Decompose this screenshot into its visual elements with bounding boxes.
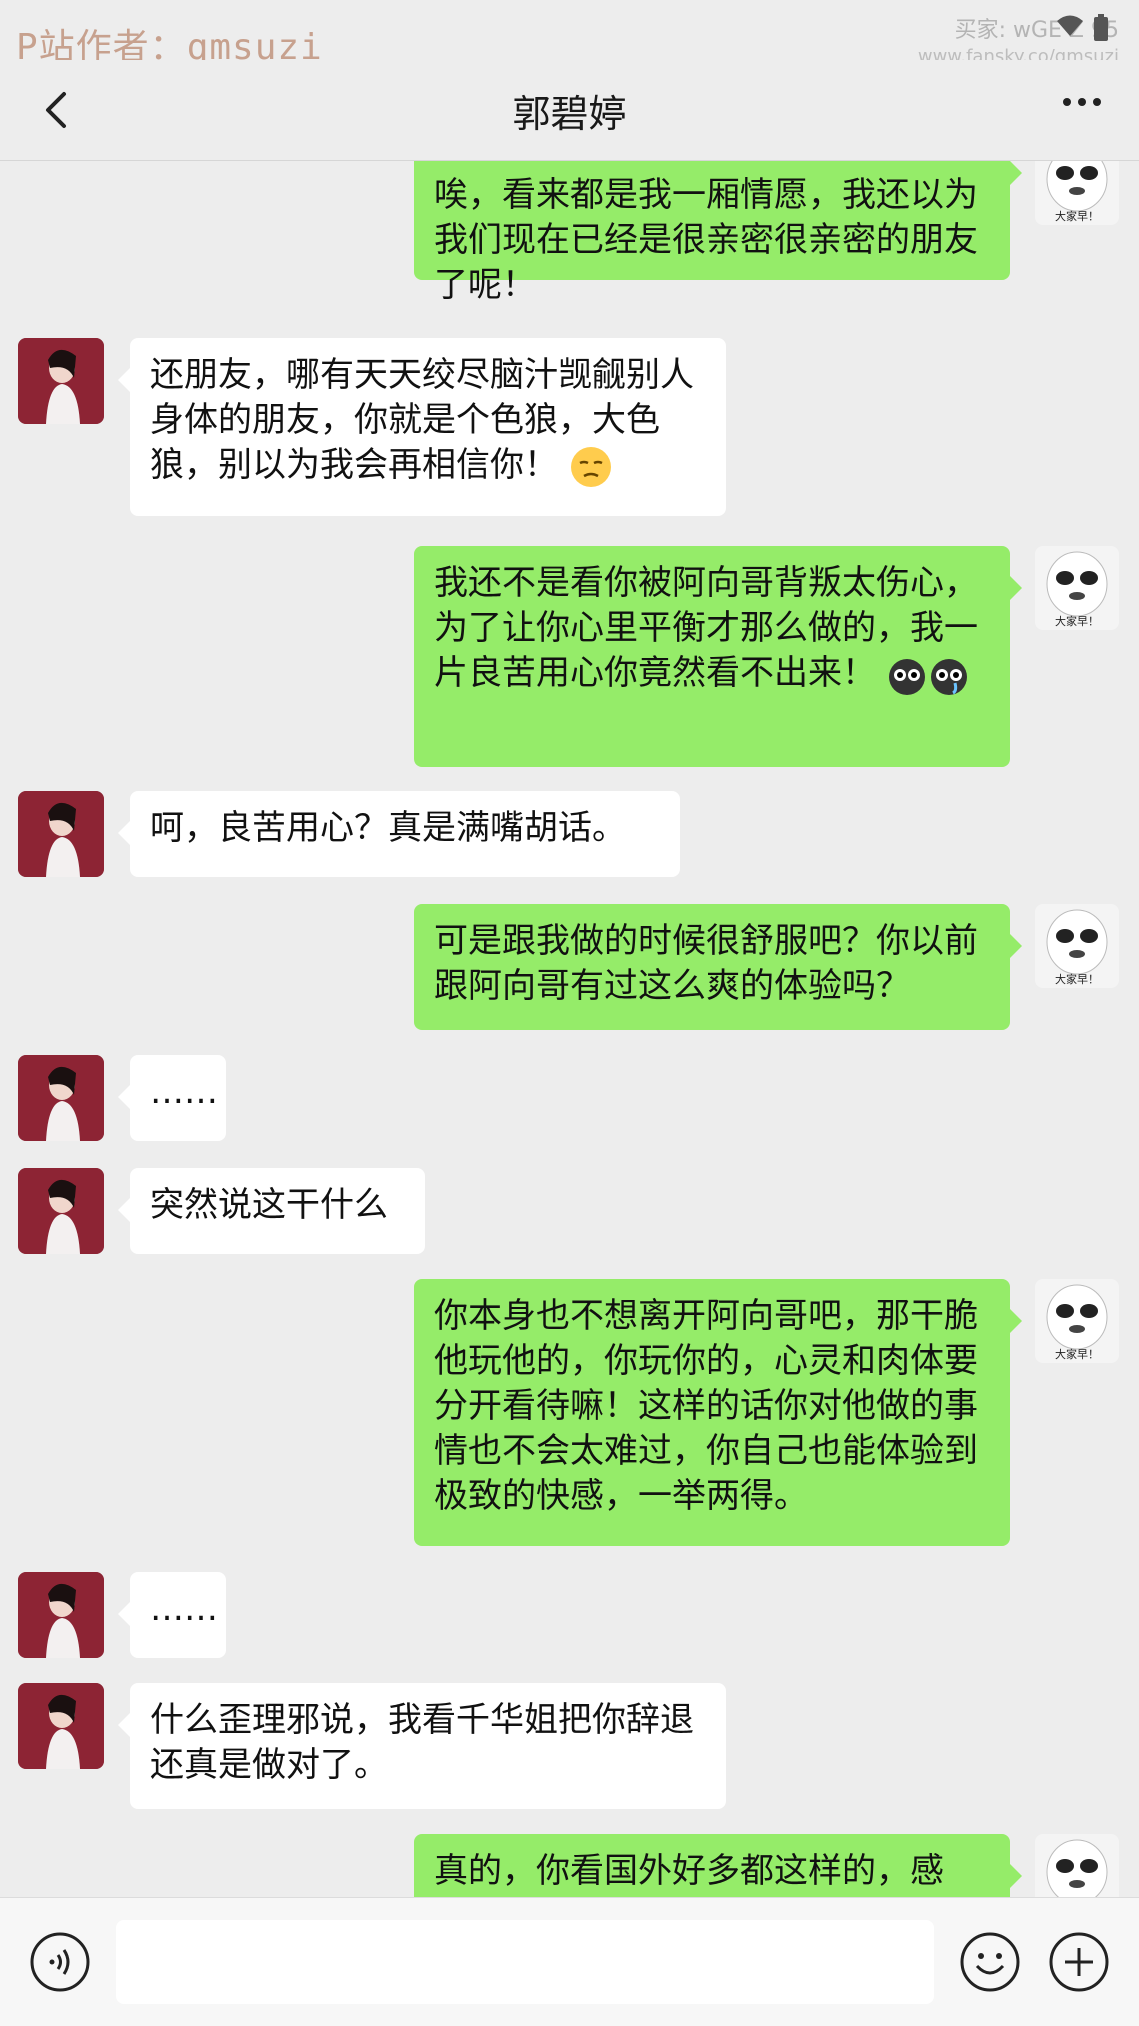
avatar-meme-icon: 大家早！: [1035, 904, 1119, 988]
message-text: 你本身也不想离开阿向哥吧，那干脆他玩他的，你玩你的，心灵和肉体要分开看待嘛！这样…: [434, 1296, 978, 1516]
crying-eyes-emoji-icon: [888, 658, 967, 695]
message-bubble[interactable]: 唉，看来都是我一厢情愿，我还以为我们现在已经是很亲密很亲密的朋友了呢！: [414, 161, 1022, 305]
message-bubble[interactable]: ……: [118, 1055, 226, 1141]
avatar[interactable]: [18, 1572, 104, 1658]
avatar[interactable]: [18, 1055, 104, 1141]
status-icons: [1055, 14, 1109, 42]
avatar-photo-icon: [18, 338, 104, 424]
message-bubble[interactable]: ……: [118, 1572, 226, 1658]
message-bubble[interactable]: 突然说这干什么: [118, 1168, 425, 1254]
more-dot-icon: [1078, 98, 1086, 106]
smiley-icon: [960, 1932, 1020, 1992]
avatar[interactable]: [18, 1683, 104, 1769]
avatar-photo-icon: [18, 1683, 104, 1769]
avatar-photo-icon: [18, 1168, 104, 1254]
avatar[interactable]: [18, 1168, 104, 1254]
message-text: ……: [150, 1589, 218, 1629]
voice-icon: [30, 1932, 90, 1992]
message-bubble[interactable]: 你本身也不想离开阿向哥吧，那干脆他玩他的，你玩你的，心灵和肉体要分开看待嘛！这样…: [414, 1279, 1022, 1546]
message-text: 呵，良苦用心？真是满嘴胡话。: [150, 808, 626, 848]
avatar-photo-icon: [18, 1572, 104, 1658]
message-text: 真的，你看国外好多都这样的，感: [434, 1851, 944, 1891]
chat-header: 郭碧婷: [0, 60, 1139, 161]
input-bar: [0, 1897, 1139, 2026]
avatar-meme-icon: [1035, 1834, 1119, 1897]
more-dot-icon: [1063, 98, 1071, 106]
avatar-photo-icon: [18, 1055, 104, 1141]
avatar[interactable]: 大家早！: [1035, 904, 1119, 988]
svg-text:大家早！: 大家早！: [1055, 972, 1099, 986]
voice-button[interactable]: [28, 1930, 92, 1998]
message-bubble[interactable]: 可是跟我做的时候很舒服吧？你以前跟阿向哥有过这么爽的体验吗？: [414, 904, 1022, 1030]
avatar-meme-icon: 大家早！: [1035, 161, 1119, 225]
message-text: 突然说这干什么: [150, 1185, 388, 1225]
message-list[interactable]: 唉，看来都是我一厢情愿，我还以为我们现在已经是很亲密很亲密的朋友了呢！ 大家早！…: [0, 161, 1139, 1897]
avatar[interactable]: 大家早！: [1035, 1279, 1119, 1363]
message-bubble[interactable]: 真的，你看国外好多都这样的，感: [414, 1834, 1022, 1897]
battery-icon: [1094, 14, 1108, 41]
message-bubble[interactable]: 我还不是看你被阿向哥背叛太伤心，为了让你心里平衡才那么做的，我一片良苦用心你竟然…: [414, 546, 1022, 767]
avatar[interactable]: [18, 338, 104, 424]
more-dot-icon: [1093, 98, 1101, 106]
message-text: 什么歪理邪说，我看千华姐把你辞退还真是做对了。: [150, 1700, 694, 1785]
plus-icon: [1049, 1932, 1109, 1992]
svg-text:大家早！: 大家早！: [1055, 614, 1099, 628]
message-bubble[interactable]: 呵，良苦用心？真是满嘴胡话。: [118, 791, 680, 877]
emoji-button[interactable]: [958, 1930, 1022, 1998]
more-actions-button[interactable]: [1047, 1930, 1111, 1998]
avatar[interactable]: [18, 791, 104, 877]
chevron-left-icon: [46, 92, 66, 128]
message-text: 唉，看来都是我一厢情愿，我还以为我们现在已经是很亲密很亲密的朋友了呢！: [434, 175, 978, 305]
svg-text:大家早！: 大家早！: [1055, 1347, 1099, 1361]
message-bubble[interactable]: 什么歪理邪说，我看千华姐把你辞退还真是做对了。: [118, 1683, 726, 1809]
back-button[interactable]: [36, 82, 86, 138]
avatar-meme-icon: 大家早！: [1035, 1279, 1119, 1363]
message-input[interactable]: [116, 1920, 934, 2004]
avatar[interactable]: [1035, 1834, 1119, 1897]
message-text: 可是跟我做的时候很舒服吧？你以前跟阿向哥有过这么爽的体验吗？: [434, 921, 978, 1006]
wifi-icon: [1057, 15, 1083, 36]
chat-title: 郭碧婷: [512, 91, 627, 136]
svg-text:大家早！: 大家早！: [1055, 209, 1099, 223]
more-button[interactable]: [1063, 98, 1101, 106]
avatar[interactable]: 大家早！: [1035, 161, 1119, 225]
avatar-meme-icon: 大家早！: [1035, 546, 1119, 630]
avatar-photo-icon: [18, 791, 104, 877]
unamused-emoji-icon: [570, 446, 611, 487]
message-bubble[interactable]: 还朋友，哪有天天绞尽脑汁觊觎别人身体的朋友，你就是个色狼，大色狼，别以为我会再相…: [118, 338, 726, 516]
message-text: ……: [150, 1072, 218, 1112]
avatar[interactable]: 大家早！: [1035, 546, 1119, 630]
